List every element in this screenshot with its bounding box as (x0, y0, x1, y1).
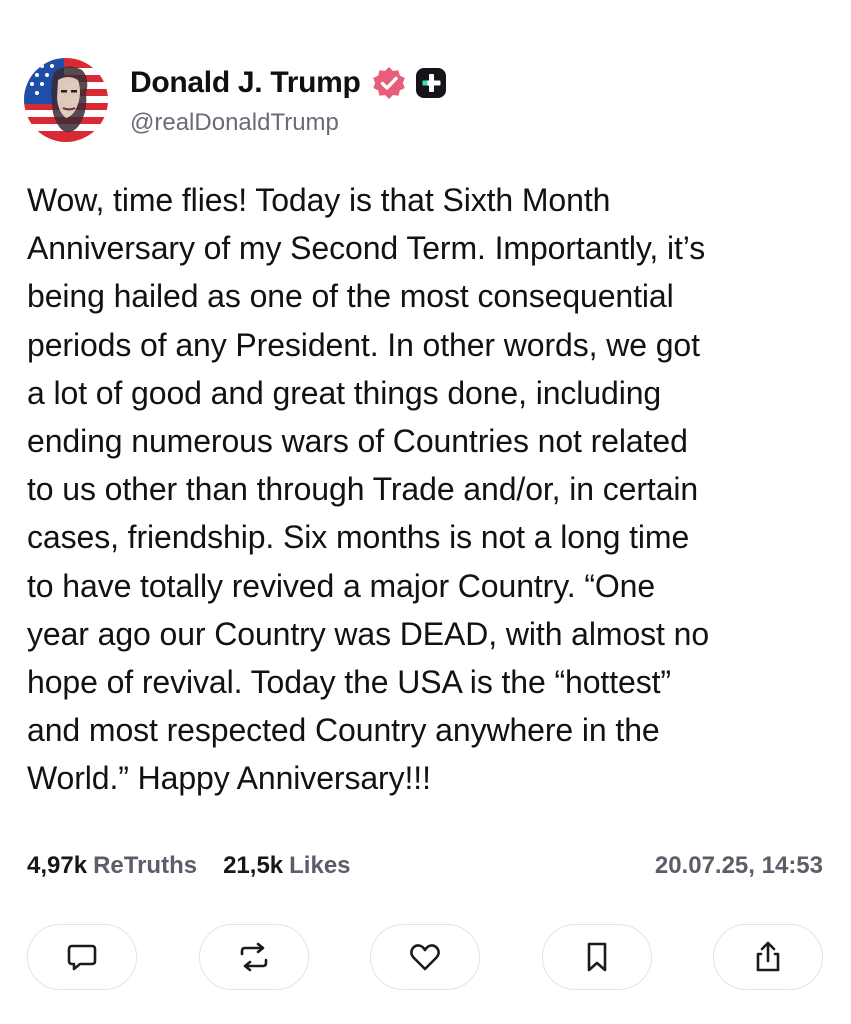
bookmark-icon (587, 942, 606, 972)
share-button[interactable] (713, 924, 823, 990)
avatar[interactable] (24, 58, 108, 142)
retruths-stat[interactable]: 4,97k ReTruths (27, 852, 197, 880)
retruths-label: ReTruths (93, 852, 198, 879)
share-icon (756, 941, 780, 972)
retruth-button[interactable] (198, 924, 309, 990)
like-button[interactable] (370, 924, 480, 990)
post-action-bar (27, 924, 823, 992)
comment-icon (67, 944, 97, 971)
likes-count: 21,5k (223, 852, 284, 879)
likes-stat[interactable]: 21,5k Likes (223, 852, 350, 880)
post-body-text: Wow, time flies! Today is that Sixth Mon… (27, 182, 710, 797)
retruths-count: 4,97k (27, 852, 88, 879)
author-handle[interactable]: @realDonaldTrump (130, 109, 447, 137)
likes-label: Likes (289, 852, 351, 879)
bookmark-button[interactable] (541, 924, 652, 990)
post-timestamp: 20.07.25, 14:53 (654, 852, 823, 879)
author-name-row: Donald J. Trump (130, 63, 447, 103)
post-stats: 4,97k ReTruths 21,5k Likes 20.07.25, 14:… (27, 848, 823, 884)
plus-badge-icon (415, 67, 447, 99)
verified-badge-icon (371, 65, 407, 101)
reply-button[interactable] (27, 924, 137, 990)
repost-icon (240, 942, 267, 972)
heart-icon (410, 944, 440, 971)
flag-portrait-avatar-icon (24, 58, 108, 142)
author-identity: Donald J. Trump @realDonaldTrump (130, 63, 447, 137)
author-display-name[interactable]: Donald J. Trump (130, 66, 361, 100)
post-header: Donald J. Trump @realDonaldTrump (24, 58, 447, 142)
